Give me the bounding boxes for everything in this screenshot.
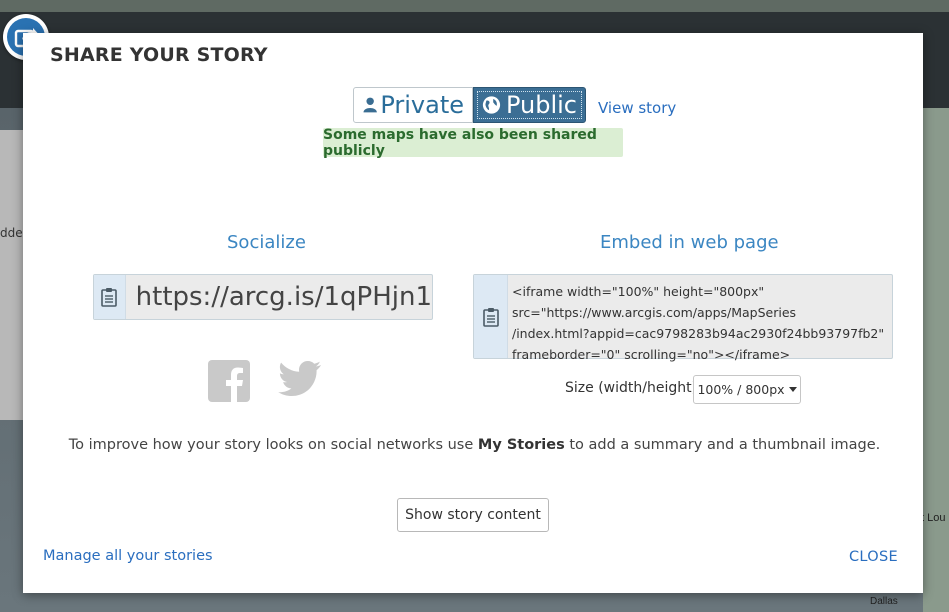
clipboard-icon <box>482 307 499 327</box>
twitter-icon[interactable] <box>276 360 322 400</box>
background-map-label: t Lou <box>921 512 946 524</box>
social-tip-text: To improve how your story looks on socia… <box>0 437 949 453</box>
public-button[interactable]: Public <box>473 87 586 123</box>
focus-outline <box>477 91 582 119</box>
copy-embed-button[interactable] <box>474 275 508 358</box>
shared-maps-notice: Some maps have also been shared publicly <box>323 127 623 159</box>
privacy-toggle: Private Public <box>353 87 586 123</box>
close-link[interactable]: CLOSE <box>849 549 898 565</box>
background-left-text: dde <box>0 226 23 240</box>
tip-text-start: To improve how your story looks on socia… <box>68 437 478 453</box>
facebook-icon[interactable] <box>208 360 250 402</box>
background-left-panel <box>0 130 23 420</box>
background-right-map <box>923 108 949 612</box>
clipboard-icon <box>101 288 118 307</box>
show-story-content-button[interactable]: Show story content <box>397 498 549 532</box>
short-url-field[interactable]: https://arcg.is/1qPHjn1 <box>93 274 433 320</box>
size-label: Size (width/height): <box>565 380 702 396</box>
embed-code-text: <iframe width="100%" height="800px" src=… <box>512 284 885 362</box>
my-stories-bold: My Stories <box>477 437 565 453</box>
private-label: Private <box>380 91 464 119</box>
caret-down-icon <box>788 387 797 392</box>
private-button[interactable]: Private <box>353 87 473 123</box>
size-value: 100% / 800px <box>697 382 785 397</box>
manage-stories-link[interactable]: Manage all your stories <box>43 548 213 564</box>
background-map-label-dallas: Dallas <box>870 596 898 607</box>
short-url-text: https://arcg.is/1qPHjn1 <box>135 282 432 312</box>
background-strip <box>0 0 949 12</box>
social-buttons <box>208 360 322 402</box>
person-icon <box>363 97 377 113</box>
embed-code-field[interactable]: <iframe width="100%" height="800px" src=… <box>473 274 893 362</box>
size-dropdown[interactable]: 100% / 800px <box>693 375 801 404</box>
copy-url-button[interactable] <box>94 275 126 319</box>
dialog-title: SHARE YOUR STORY <box>50 44 268 66</box>
view-story-link[interactable]: View story <box>598 99 676 117</box>
socialize-title: Socialize <box>227 232 306 253</box>
embed-title: Embed in web page <box>600 232 779 253</box>
tip-text-end: to add a summary and a thumbnail image. <box>564 437 881 453</box>
